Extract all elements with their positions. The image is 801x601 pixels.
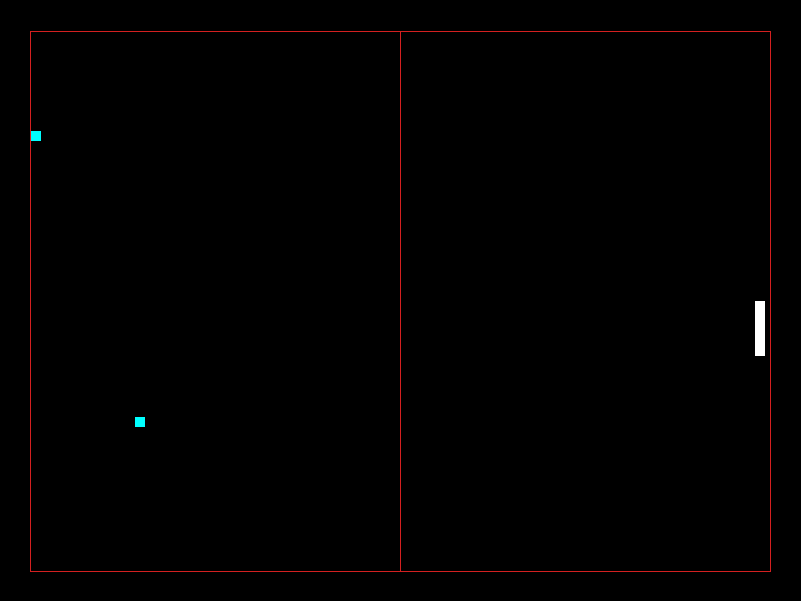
game-screen	[0, 0, 801, 601]
player-paddle[interactable]	[755, 301, 765, 356]
center-line	[400, 31, 401, 571]
ball	[31, 131, 41, 141]
ball	[135, 417, 145, 427]
